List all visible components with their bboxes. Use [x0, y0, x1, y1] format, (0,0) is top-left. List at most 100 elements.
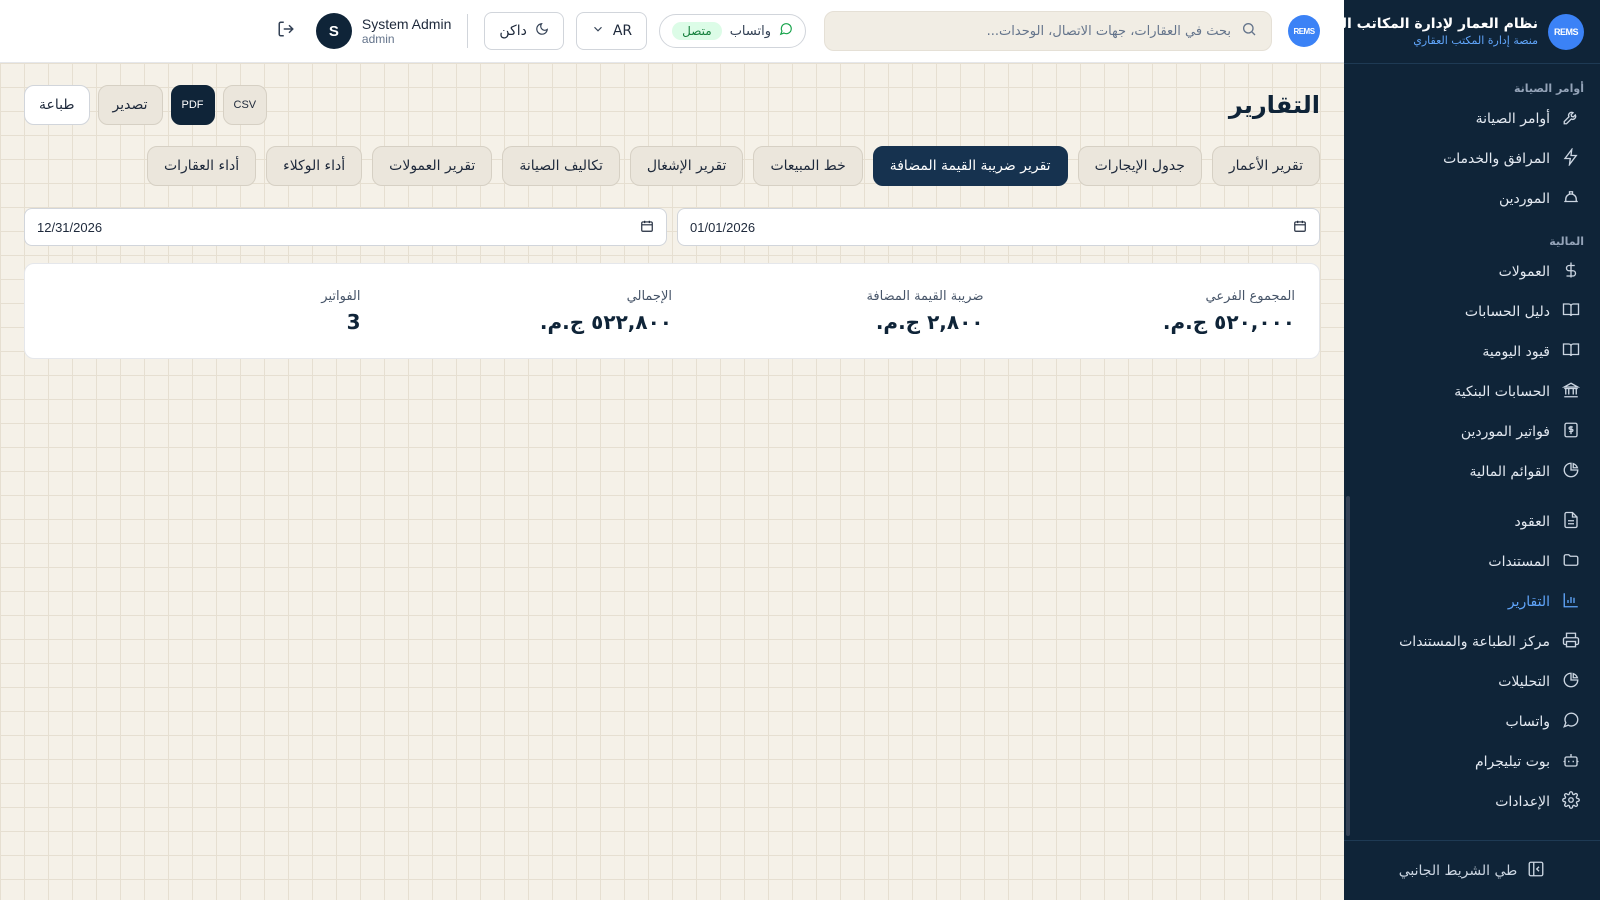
sidebar-item-label: واتساب	[1505, 714, 1550, 730]
sidebar-item-documents[interactable]: المستندات	[1344, 542, 1600, 582]
sidebar-scrollbar[interactable]	[1346, 496, 1350, 836]
sidebar-item-label: الإعدادات	[1495, 794, 1550, 810]
sidebar-item-label: قيود اليومية	[1482, 344, 1550, 360]
theme-toggle-button[interactable]: داكن	[484, 12, 564, 50]
sidebar-item-telegram-bot[interactable]: بوت تيليجرام	[1344, 742, 1600, 782]
sidebar-brand[interactable]: REMS نظام العمار لإدارة المكاتب العقارية…	[1297, 0, 1600, 64]
tab-aging-report[interactable]: تقرير الأعمار	[1211, 146, 1320, 186]
sidebar-item-label: المستندات	[1488, 554, 1550, 570]
pdf-button[interactable]: PDF	[170, 85, 215, 125]
page-title: التقارير	[1228, 91, 1320, 119]
receipt-icon	[1562, 421, 1580, 443]
sidebar-collapse-button[interactable]: طي الشريط الجانبي	[1344, 840, 1600, 900]
sidebar-item-label: التحليلات	[1498, 674, 1550, 690]
pie-chart-icon	[1562, 671, 1580, 693]
hard-hat-icon	[1562, 188, 1580, 210]
calendar-icon[interactable]	[640, 219, 654, 236]
sidebar-item-print-center[interactable]: مركز الطباعة والمستندات	[1344, 622, 1600, 662]
file-text-icon	[1562, 511, 1580, 533]
tab-rent-roll[interactable]: جدول الإيجارات	[1077, 146, 1202, 186]
stat-label: الإجمالي	[626, 288, 672, 304]
whatsapp-label: واتساب	[729, 23, 771, 39]
calendar-icon[interactable]	[1293, 219, 1307, 236]
csv-button[interactable]: CSV	[222, 85, 268, 125]
sidebar-item-label: العقود	[1514, 514, 1550, 530]
stat-value: ٢,٨٠٠ ج.م.	[875, 309, 984, 334]
brand-logo: REMS	[1548, 13, 1584, 50]
sidebar-item-label: دليل الحسابات	[1464, 304, 1550, 320]
main-content: التقارير طباعة تصدير PDF CSV تقرير الأعم…	[0, 63, 1344, 900]
sidebar-item-vendors[interactable]: الموردين	[1344, 179, 1600, 219]
export-button[interactable]: تصدير	[97, 85, 163, 125]
logout-icon	[277, 20, 295, 42]
tab-agent-performance[interactable]: أداء الوكلاء	[266, 146, 363, 186]
sidebar-item-analytics[interactable]: التحليلات	[1344, 662, 1600, 702]
sidebar-item-contracts[interactable]: العقود	[1344, 502, 1600, 542]
sidebar-item-commissions[interactable]: العمولات	[1344, 252, 1600, 292]
sidebar-item-journal-entries[interactable]: قيود اليومية	[1344, 332, 1600, 372]
collapse-label: طي الشريط الجانبي	[1398, 862, 1518, 879]
sidebar-item-vendor-bills[interactable]: فواتير الموردين	[1344, 412, 1600, 452]
status-badge: متصل	[672, 22, 722, 40]
moon-icon	[535, 22, 549, 40]
printer-icon	[1562, 631, 1580, 653]
stat-label: ضريبة القيمة المضافة	[866, 288, 984, 304]
message-circle-icon	[1562, 711, 1580, 733]
user-menu[interactable]: System Admin admin S	[315, 13, 452, 49]
sidebar-item-label: مركز الطباعة والمستندات	[1399, 634, 1550, 650]
sidebar-item-label: بوت تيليجرام	[1474, 754, 1550, 770]
sidebar-item-reports[interactable]: التقارير	[1344, 582, 1600, 622]
sidebar-item-financial-statements[interactable]: القوائم المالية	[1344, 452, 1600, 492]
sidebar-nav: أوامر الصيانة أوامر الصيانة المرافق والخ…	[1344, 64, 1600, 840]
bank-icon	[1561, 381, 1581, 403]
user-name: System Admin	[361, 16, 452, 32]
header-divider	[467, 14, 469, 48]
sidebar-item-maintenance-orders[interactable]: أوامر الصيانة	[1344, 99, 1600, 139]
stat-total: الإجمالي ٥٢٢,٨٠٠ ج.م.	[361, 288, 672, 334]
header-logo[interactable]: REMS	[1288, 15, 1320, 47]
sidebar-item-label: المرافق والخدمات	[1443, 151, 1550, 167]
search-bar[interactable]	[824, 11, 1272, 51]
print-button[interactable]: طباعة	[24, 85, 90, 125]
sidebar: REMS نظام العمار لإدارة المكاتب العقارية…	[1297, 0, 1600, 900]
search-icon	[1241, 21, 1257, 41]
book-icon	[1562, 301, 1580, 323]
sidebar-section-label: المالية	[1549, 235, 1584, 248]
tab-occupancy-report[interactable]: تقرير الإشغال	[629, 146, 744, 186]
sidebar-item-chart-of-accounts[interactable]: دليل الحسابات	[1344, 292, 1600, 332]
sidebar-item-label: فواتير الموردين	[1460, 424, 1550, 440]
stat-label: المجموع الفرعي	[1205, 288, 1295, 304]
whatsapp-status-pill[interactable]: واتساب متصل	[659, 14, 806, 48]
language-select[interactable]: AR	[575, 12, 648, 50]
stat-value: ٥٢٠,٠٠٠ ج.م.	[1162, 309, 1295, 334]
pie-chart-icon	[1562, 461, 1580, 483]
sidebar-item-bank-accounts[interactable]: الحسابات البنكية	[1344, 372, 1600, 412]
date-from-value: 01/01/2026	[690, 219, 756, 235]
sidebar-item-settings[interactable]: الإعدادات	[1344, 782, 1600, 822]
tab-maintenance-costs[interactable]: تكاليف الصيانة	[502, 146, 620, 186]
theme-label: داكن	[499, 23, 527, 39]
collapse-sidebar-icon	[1527, 860, 1545, 882]
language-value: AR	[612, 23, 633, 39]
avatar: S	[315, 13, 352, 49]
stat-invoices: الفواتير 3	[49, 289, 360, 334]
vat-summary-card: المجموع الفرعي ٥٢٠,٠٠٠ ج.م. ضريبة القيمة…	[24, 263, 1320, 359]
sidebar-item-label: العمولات	[1498, 264, 1550, 280]
message-circle-icon	[779, 22, 793, 40]
gear-icon	[1562, 791, 1580, 813]
stat-value: ٥٢٢,٨٠٠ ج.م.	[539, 309, 672, 334]
date-from-field[interactable]: 01/01/2026	[677, 208, 1320, 246]
sidebar-item-label: الحسابات البنكية	[1454, 384, 1550, 400]
date-to-field[interactable]: 12/31/2026	[24, 208, 667, 246]
logout-button[interactable]	[268, 13, 304, 49]
search-input[interactable]	[839, 23, 1231, 39]
sidebar-item-utilities[interactable]: المرافق والخدمات	[1344, 139, 1600, 179]
sidebar-item-label: القوائم المالية	[1469, 464, 1550, 480]
report-actions: طباعة تصدير PDF CSV	[24, 85, 268, 125]
sidebar-item-whatsapp[interactable]: واتساب	[1344, 702, 1600, 742]
wrench-icon	[1562, 108, 1580, 130]
tab-sales-pipeline[interactable]: خط المبيعات	[753, 146, 863, 186]
tab-vat-report[interactable]: تقرير ضريبة القيمة المضافة	[872, 146, 1068, 186]
tab-property-performance[interactable]: أداء العقارات	[146, 146, 257, 186]
tab-commissions-report[interactable]: تقرير العمولات	[372, 146, 493, 186]
